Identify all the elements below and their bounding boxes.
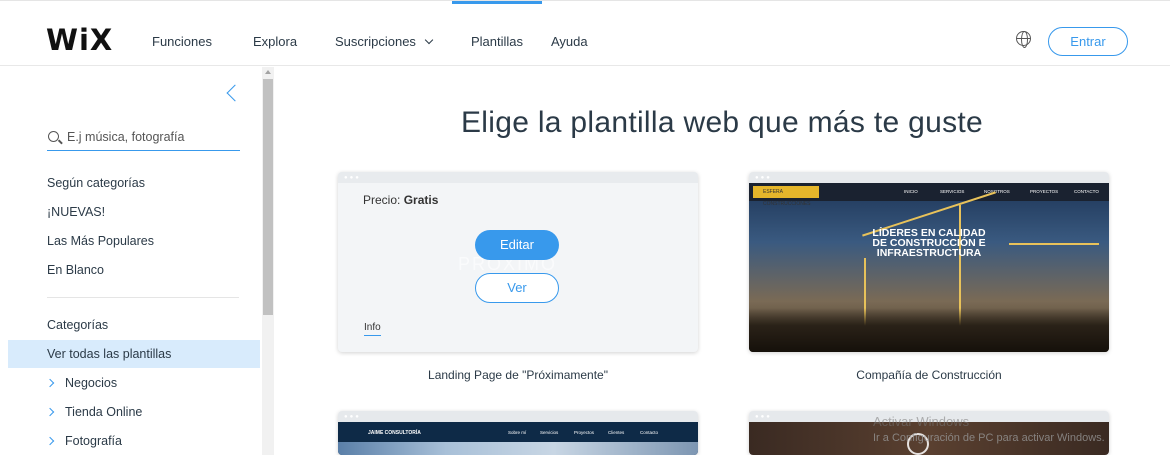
chevron-right-icon (45, 436, 55, 446)
page-title: Elige la plantilla web que más te guste (460, 106, 983, 139)
window-dots-icon: ●●● (755, 414, 772, 420)
chevron-right-icon (45, 407, 55, 417)
browser-bar: ●●● (749, 172, 1109, 183)
windows-activation-title: Activar Windows (873, 414, 970, 429)
nav-suscripciones-label: Suscripciones (335, 34, 416, 49)
sidebar-scrollbar[interactable] (262, 67, 274, 455)
info-link[interactable]: Info (364, 322, 381, 336)
window-dots-icon: ●●● (755, 175, 772, 181)
browser-bar: ●●● (338, 411, 698, 422)
login-button[interactable]: Entrar (1048, 27, 1128, 56)
template-card-proximamente[interactable]: ●●● PRÓXIMO Precio: Gratis Editar Ver In… (338, 172, 698, 352)
sidebar-item-ver-todas[interactable]: Ver todas las plantillas (47, 347, 171, 361)
nav-suscripciones[interactable]: Suscripciones (335, 34, 434, 49)
sidebar-item-label: Negocios (65, 376, 118, 390)
sidebar-item-fotografia[interactable]: Fotografía (45, 434, 122, 448)
preview-nav-item: INICIO (904, 189, 918, 194)
collapse-sidebar-icon[interactable] (226, 84, 244, 102)
template-caption[interactable]: Landing Page de "Próximamente" (338, 368, 698, 382)
preview-nav-item: Clientes (608, 430, 625, 435)
preview-logo: JAIME CONSULTORÍA (368, 430, 421, 436)
sidebar: Según categorías ¡NUEVAS! Las Más Popula… (0, 67, 262, 455)
preview-hero-image (338, 442, 698, 455)
preview-nav-item: CONTACTO (1074, 189, 1099, 194)
active-nav-indicator (452, 1, 542, 4)
sidebar-item-segun-categorias[interactable]: Según categorías (47, 176, 145, 190)
preview-headline-line: INFRAESTRUCTURA (876, 247, 982, 259)
sidebar-item-label: Tienda Online (65, 405, 143, 419)
sidebar-divider (47, 297, 239, 298)
wix-logo[interactable]: WiX (46, 23, 113, 57)
scroll-up-arrow-icon[interactable] (265, 70, 271, 74)
template-card-construccion[interactable]: ●●● ESFERA CONSTRUCCIONES INICIO SERVICI… (749, 172, 1109, 352)
price-label-text: Precio: (363, 193, 401, 207)
preview-nav-item: PROYECTOS (1030, 189, 1059, 194)
nav-explora[interactable]: Explora (253, 34, 297, 49)
sidebar-item-label: Fotografía (65, 434, 122, 448)
nav-plantillas[interactable]: Plantillas (471, 34, 523, 49)
sidebar-item-tienda-online[interactable]: Tienda Online (45, 405, 143, 419)
template-preview-image: ESFERA CONSTRUCCIONES INICIO SERVICIOS N… (749, 183, 1109, 352)
sidebar-item-nuevas[interactable]: ¡NUEVAS! (47, 205, 105, 219)
preview-nav-item: Sobre mí (508, 430, 527, 435)
price-label: Precio: Gratis (363, 193, 438, 207)
preview-nav-item: Contacto (640, 430, 659, 435)
nav-funciones[interactable]: Funciones (152, 34, 212, 49)
search-input[interactable] (67, 127, 237, 147)
preview-nav-item: Servicios (540, 430, 559, 435)
top-header: WiX Funciones Explora Suscripciones Plan… (0, 0, 1170, 66)
preview-nav-bar: ESFERA CONSTRUCCIONES INICIO SERVICIOS N… (749, 183, 1109, 207)
preview-nav-bar: JAIME CONSULTORÍA Sobre mí Servicios Pro… (338, 422, 698, 442)
categories-heading: Categorías (47, 318, 109, 332)
template-caption[interactable]: Compañía de Construcción (749, 368, 1109, 382)
globe-icon[interactable] (1016, 31, 1031, 48)
template-card-consultoria[interactable]: ●●● JAIME CONSULTORÍA Sobre mí Servicios… (338, 411, 698, 455)
search-box (47, 125, 240, 151)
view-button[interactable]: Ver (475, 273, 559, 303)
preview-nav-item: SERVICIOS (940, 189, 965, 194)
windows-activation-subtitle: Ir a Configuración de PC para activar Wi… (873, 432, 1105, 444)
sidebar-item-negocios[interactable]: Negocios (45, 376, 118, 390)
nav-ayuda[interactable]: Ayuda (551, 34, 588, 49)
browser-bar: ●●● (338, 172, 698, 183)
sidebar-item-mas-populares[interactable]: Las Más Populares (47, 234, 154, 248)
preview-nav-item: Proyectos (574, 430, 595, 435)
chevron-down-icon (424, 35, 434, 45)
price-value: Gratis (403, 193, 439, 207)
preview-city-lights (749, 308, 1109, 352)
edit-button[interactable]: Editar (475, 230, 559, 260)
preview-logo: ESFERA CONSTRUCCIONES (753, 186, 819, 207)
chevron-right-icon (45, 378, 55, 388)
scrollbar-thumb[interactable] (263, 79, 273, 315)
window-dots-icon: ●●● (344, 414, 361, 420)
window-dots-icon: ●●● (344, 175, 361, 181)
preview-headline: LÍDERES EN CALIDAD DE CONSTRUCCIÓN E INF… (749, 228, 1109, 259)
sidebar-item-en-blanco[interactable]: En Blanco (47, 263, 104, 277)
search-icon (48, 131, 59, 142)
